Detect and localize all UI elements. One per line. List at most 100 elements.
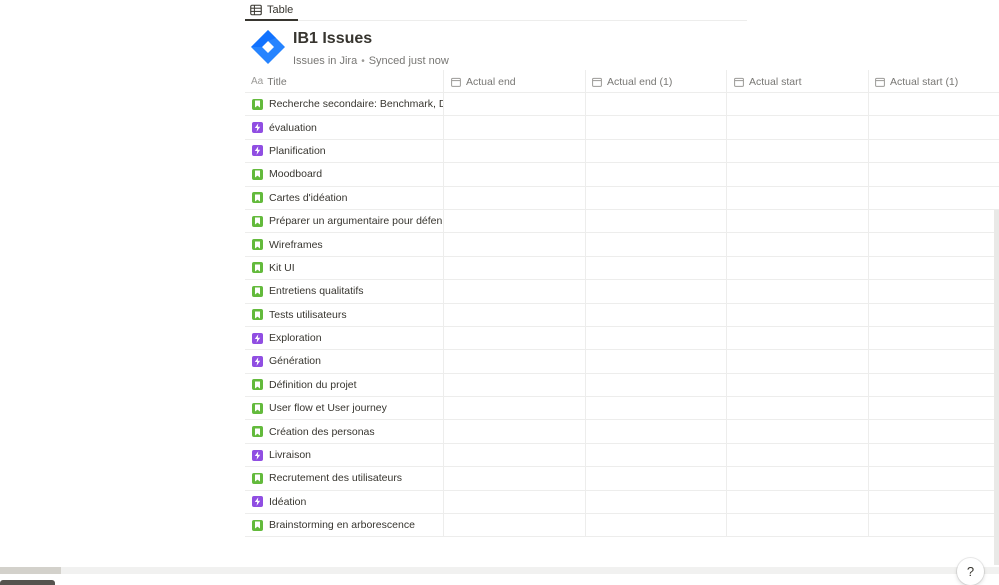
date-cell[interactable] xyxy=(585,397,586,420)
title-cell[interactable]: Recherche secondaire: Benchmark, D xyxy=(245,93,443,115)
table-row[interactable]: Cartes d'idéation xyxy=(245,186,999,210)
table-row[interactable]: évaluation xyxy=(245,116,999,140)
title-cell[interactable]: Entretiens qualitatifs xyxy=(245,280,443,302)
date-cell[interactable] xyxy=(726,233,727,256)
date-cell[interactable] xyxy=(726,303,727,326)
title-cell[interactable]: Brainstorming en arborescence xyxy=(245,514,443,536)
date-cell[interactable] xyxy=(443,303,444,326)
title-cell[interactable]: Planification xyxy=(245,140,443,162)
table-row[interactable]: Définition du projet xyxy=(245,373,999,398)
date-cell[interactable] xyxy=(726,443,727,467)
date-cell[interactable] xyxy=(868,350,869,373)
date-cell[interactable] xyxy=(443,233,444,256)
date-cell[interactable] xyxy=(443,514,444,537)
date-cell[interactable] xyxy=(585,420,586,443)
column-header-actual-start-1[interactable]: Actual start (1) xyxy=(875,70,958,93)
table-row[interactable]: Création des personas xyxy=(245,420,999,444)
date-cell[interactable] xyxy=(443,209,444,233)
table-row[interactable]: Idéation xyxy=(245,490,999,515)
date-cell[interactable] xyxy=(726,490,727,514)
date-cell[interactable] xyxy=(443,326,444,350)
date-cell[interactable] xyxy=(443,420,444,443)
table-row[interactable]: User flow et User journey xyxy=(245,397,999,421)
date-cell[interactable] xyxy=(868,467,869,490)
date-cell[interactable] xyxy=(443,443,444,467)
date-cell[interactable] xyxy=(726,163,727,186)
date-cell[interactable] xyxy=(868,116,869,139)
date-cell[interactable] xyxy=(868,514,869,537)
sync-source-link[interactable]: Issues in Jira xyxy=(293,55,357,67)
table-row[interactable]: Tests utilisateurs xyxy=(245,303,999,327)
date-cell[interactable] xyxy=(868,373,869,397)
date-cell[interactable] xyxy=(726,186,727,209)
date-cell[interactable] xyxy=(868,93,869,116)
date-cell[interactable] xyxy=(868,186,869,209)
horizontal-scrollbar-thumb[interactable] xyxy=(0,567,61,574)
title-cell[interactable]: Cartes d'idéation xyxy=(245,187,443,209)
table-row[interactable]: Génération xyxy=(245,350,999,374)
title-cell[interactable]: Moodboard xyxy=(245,163,443,185)
date-cell[interactable] xyxy=(868,209,869,233)
date-cell[interactable] xyxy=(443,256,444,280)
date-cell[interactable] xyxy=(443,116,444,139)
date-cell[interactable] xyxy=(868,420,869,443)
date-cell[interactable] xyxy=(868,139,869,163)
title-cell[interactable]: Recrutement des utilisateurs xyxy=(245,467,443,489)
title-cell[interactable]: évaluation xyxy=(245,116,443,138)
date-cell[interactable] xyxy=(443,163,444,186)
column-divider[interactable] xyxy=(443,70,444,93)
column-header-actual-end[interactable]: Actual end xyxy=(451,70,516,93)
date-cell[interactable] xyxy=(585,467,586,490)
date-cell[interactable] xyxy=(585,514,586,537)
date-cell[interactable] xyxy=(868,490,869,514)
date-cell[interactable] xyxy=(726,514,727,537)
bottom-tab[interactable] xyxy=(0,580,55,585)
date-cell[interactable] xyxy=(585,163,586,186)
date-cell[interactable] xyxy=(585,326,586,350)
horizontal-scrollbar[interactable] xyxy=(0,567,999,574)
date-cell[interactable] xyxy=(726,139,727,163)
date-cell[interactable] xyxy=(868,443,869,467)
date-cell[interactable] xyxy=(585,280,586,303)
table-row[interactable]: Préparer un argumentaire pour défen xyxy=(245,209,999,234)
title-cell[interactable]: User flow et User journey xyxy=(245,397,443,419)
table-row[interactable]: Exploration xyxy=(245,326,999,351)
date-cell[interactable] xyxy=(726,93,727,116)
table-row[interactable]: Kit UI xyxy=(245,256,999,281)
table-row[interactable]: Livraison xyxy=(245,443,999,468)
date-cell[interactable] xyxy=(726,280,727,303)
date-cell[interactable] xyxy=(585,116,586,139)
date-cell[interactable] xyxy=(726,420,727,443)
vertical-scrollbar[interactable] xyxy=(994,210,999,565)
date-cell[interactable] xyxy=(443,186,444,209)
title-cell[interactable]: Définition du projet xyxy=(245,374,443,396)
date-cell[interactable] xyxy=(868,163,869,186)
date-cell[interactable] xyxy=(443,373,444,397)
date-cell[interactable] xyxy=(443,467,444,490)
table-row[interactable]: Recherche secondaire: Benchmark, D xyxy=(245,93,999,117)
date-cell[interactable] xyxy=(726,373,727,397)
date-cell[interactable] xyxy=(443,350,444,373)
title-cell[interactable]: Kit UI xyxy=(245,257,443,279)
date-cell[interactable] xyxy=(585,490,586,514)
date-cell[interactable] xyxy=(585,233,586,256)
title-cell[interactable]: Livraison xyxy=(245,444,443,466)
title-cell[interactable]: Génération xyxy=(245,350,443,372)
date-cell[interactable] xyxy=(585,186,586,209)
date-cell[interactable] xyxy=(443,280,444,303)
help-button[interactable]: ? xyxy=(957,558,984,585)
date-cell[interactable] xyxy=(585,93,586,116)
table-row[interactable]: Recrutement des utilisateurs xyxy=(245,467,999,491)
date-cell[interactable] xyxy=(868,303,869,326)
date-cell[interactable] xyxy=(443,397,444,420)
column-header-actual-start[interactable]: Actual start xyxy=(734,70,802,93)
date-cell[interactable] xyxy=(585,373,586,397)
tab-table[interactable]: Table xyxy=(245,0,299,21)
date-cell[interactable] xyxy=(868,326,869,350)
title-cell[interactable]: Préparer un argumentaire pour défen xyxy=(245,210,443,232)
database-title[interactable]: IB1 Issues xyxy=(293,30,372,48)
date-cell[interactable] xyxy=(585,443,586,467)
date-cell[interactable] xyxy=(726,397,727,420)
date-cell[interactable] xyxy=(726,209,727,233)
date-cell[interactable] xyxy=(868,280,869,303)
